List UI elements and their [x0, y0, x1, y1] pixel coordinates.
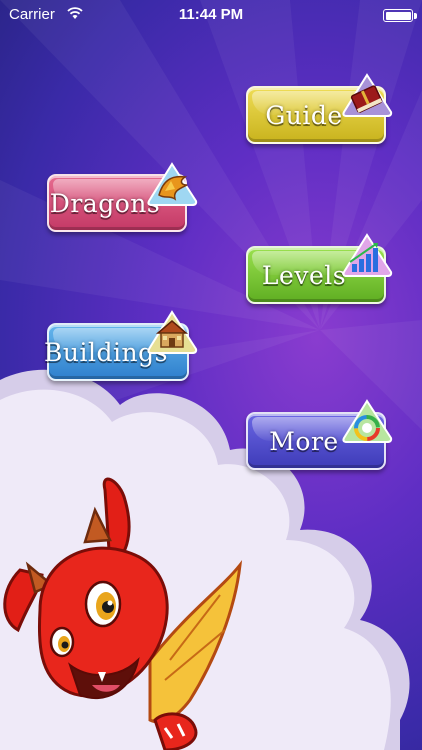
- clock: 11:44 PM: [178, 6, 244, 23]
- house-icon: [147, 310, 198, 354]
- status-bar: Carrier 11:44 PM: [0, 0, 422, 30]
- book-icon: [342, 73, 393, 117]
- swirl-icon: [342, 399, 393, 443]
- battery-icon: [383, 9, 413, 22]
- bar-chart-icon: [342, 233, 393, 277]
- battery-tip: [414, 13, 417, 19]
- dragon-icon: [147, 162, 198, 206]
